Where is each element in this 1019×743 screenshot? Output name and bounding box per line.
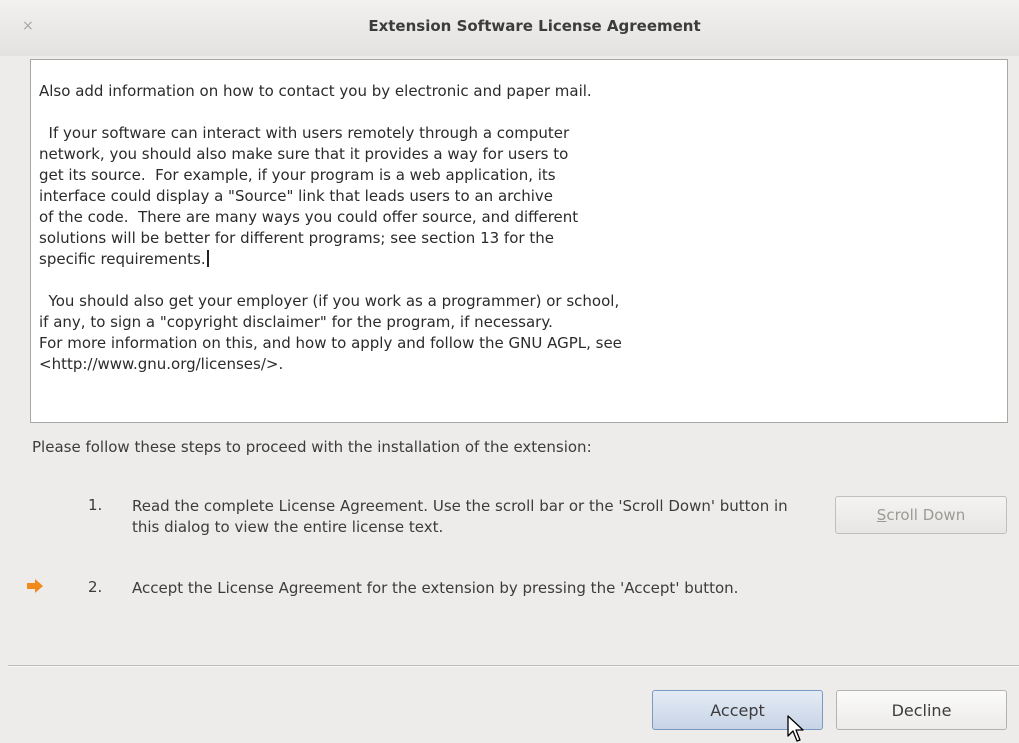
scroll-down-label: croll Down xyxy=(886,506,966,524)
step-number: 2. xyxy=(88,578,103,596)
mouse-pointer-icon xyxy=(787,715,804,742)
instructions-intro: Please follow these steps to proceed wit… xyxy=(32,438,592,456)
license-text: Also add information on how to contact y… xyxy=(39,81,999,375)
separator-highlight xyxy=(8,666,1019,667)
text-cursor xyxy=(206,250,209,267)
license-dialog: × Extension Software License Agreement A… xyxy=(0,0,1019,743)
step-number: 1. xyxy=(88,496,103,514)
step-1: 1. Read the complete License Agreement. … xyxy=(0,496,820,540)
window-title: Extension Software License Agreement xyxy=(368,17,701,35)
scroll-down-mnemonic: S xyxy=(876,506,887,524)
step-2: 2. Accept the License Agreement for the … xyxy=(0,578,820,622)
license-text-main: Also add information on how to contact y… xyxy=(39,82,592,268)
scroll-down-button[interactable]: Scroll Down xyxy=(835,496,1007,534)
decline-button[interactable]: Decline xyxy=(836,690,1007,730)
step-text: Read the complete License Agreement. Use… xyxy=(132,497,788,536)
step-text: Accept the License Agreement for the ext… xyxy=(132,579,739,597)
title-bar[interactable]: × Extension Software License Agreement xyxy=(0,0,1019,56)
license-text-area[interactable]: Also add information on how to contact y… xyxy=(30,59,1008,423)
license-text-rest: You should also get your employer (if yo… xyxy=(39,292,622,373)
